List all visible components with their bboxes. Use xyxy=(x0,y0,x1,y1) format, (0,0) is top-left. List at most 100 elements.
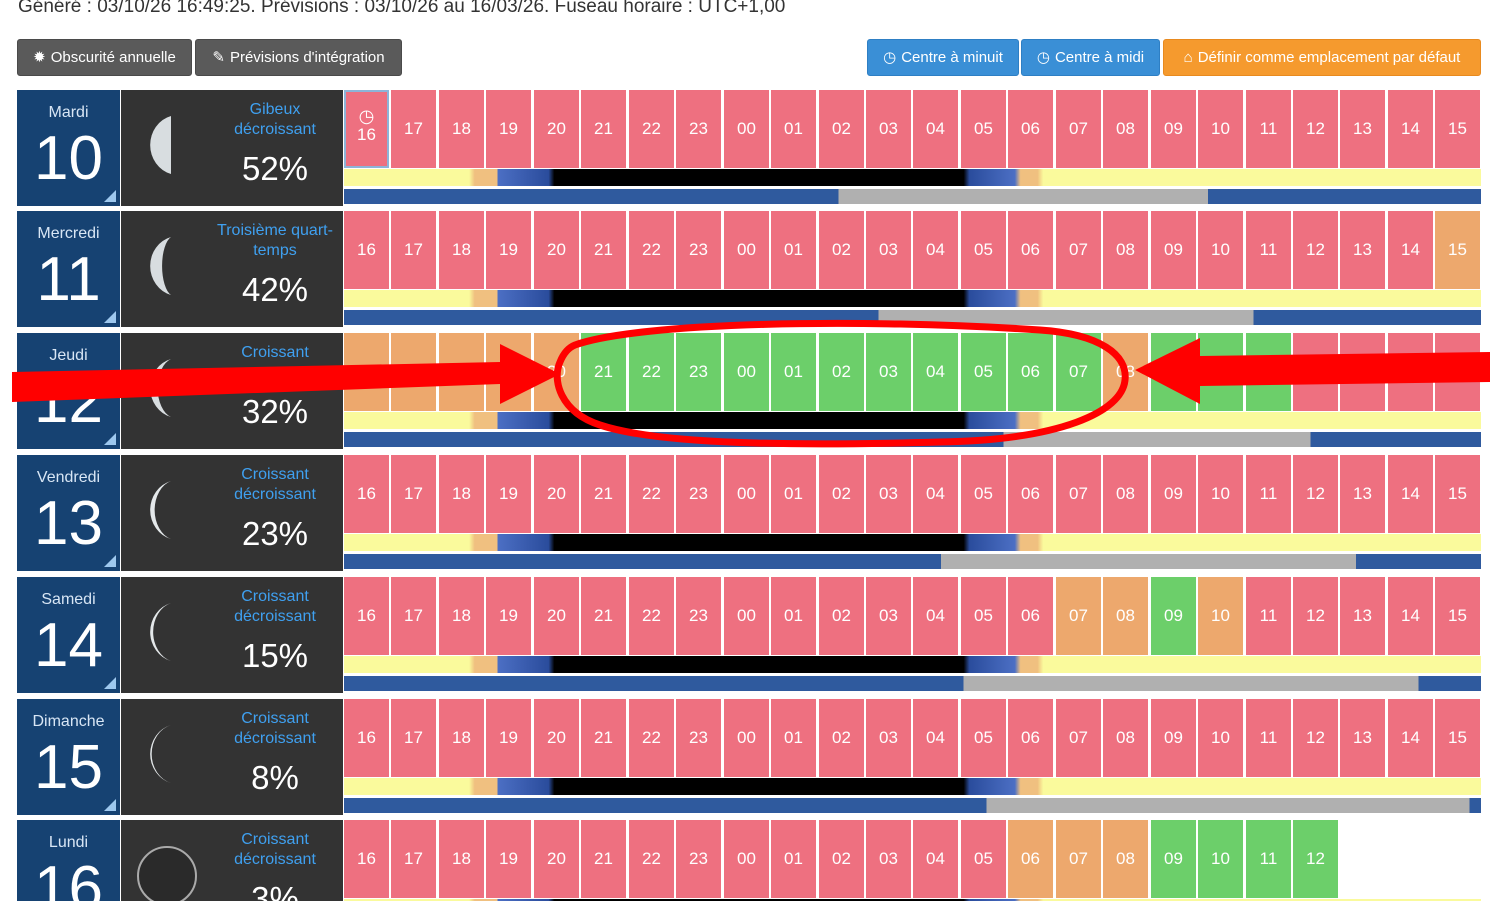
hour-cell[interactable]: 21 xyxy=(581,455,626,533)
hour-cell[interactable]: 07 xyxy=(1056,699,1101,777)
hour-cell[interactable]: 21 xyxy=(581,820,626,898)
hour-cell[interactable]: 23 xyxy=(676,577,721,655)
hour-cell[interactable]: 10 xyxy=(1198,90,1243,168)
hour-cell[interactable]: 16 xyxy=(344,577,389,655)
hour-cell[interactable]: 07 xyxy=(1056,211,1101,289)
hour-cell[interactable]: 01 xyxy=(771,455,816,533)
day-date-box[interactable]: Lundi 16 xyxy=(17,820,120,901)
hour-cell[interactable]: 23 xyxy=(676,211,721,289)
hour-cell[interactable]: 04 xyxy=(913,577,958,655)
day-date-box[interactable]: Mardi 10 xyxy=(17,90,120,206)
hour-cell[interactable]: 07 xyxy=(1056,455,1101,533)
hour-cell[interactable]: 20 xyxy=(534,577,579,655)
hour-cell[interactable]: 03 xyxy=(866,577,911,655)
hour-cell[interactable]: 14 xyxy=(1388,333,1433,411)
hour-cell[interactable]: 09 xyxy=(1151,455,1196,533)
hour-cell[interactable]: 06 xyxy=(1008,333,1053,411)
hour-cell[interactable]: 05 xyxy=(961,820,1006,898)
hour-cell[interactable]: 01 xyxy=(771,699,816,777)
hour-cell[interactable]: 03 xyxy=(866,333,911,411)
hour-cell[interactable]: 05 xyxy=(961,333,1006,411)
hour-cell[interactable]: 07 xyxy=(1056,90,1101,168)
hour-cell[interactable]: 04 xyxy=(913,820,958,898)
hour-cell[interactable]: 16 xyxy=(344,333,389,411)
hour-cell[interactable]: 08 xyxy=(1103,90,1148,168)
hour-cell[interactable]: 23 xyxy=(676,333,721,411)
hour-cell[interactable]: 22 xyxy=(629,577,674,655)
hour-cell[interactable]: 00 xyxy=(724,820,769,898)
hour-cell[interactable]: 23 xyxy=(676,90,721,168)
hour-cell[interactable]: 09 xyxy=(1151,90,1196,168)
hour-cell[interactable]: 19 xyxy=(486,699,531,777)
hour-cell[interactable]: 12 xyxy=(1293,699,1338,777)
hour-cell[interactable]: 12 xyxy=(1293,211,1338,289)
hour-cell[interactable]: 00 xyxy=(724,699,769,777)
hour-cell[interactable]: 10 xyxy=(1198,333,1243,411)
hour-cell[interactable]: 17 xyxy=(391,699,436,777)
hour-cell[interactable]: 07 xyxy=(1056,333,1101,411)
hour-cell[interactable]: 04 xyxy=(913,455,958,533)
hour-cell[interactable]: 13 xyxy=(1340,90,1385,168)
hour-cell[interactable]: 14 xyxy=(1388,455,1433,533)
day-date-box[interactable]: Dimanche 15 xyxy=(17,699,120,815)
hour-cell[interactable]: 01 xyxy=(771,820,816,898)
hour-cell[interactable]: 00 xyxy=(724,455,769,533)
center-noon-button[interactable]: ◷ Centre à midi xyxy=(1021,39,1160,76)
hour-cell[interactable]: 19 xyxy=(486,333,531,411)
hour-cell[interactable]: 00 xyxy=(724,90,769,168)
hour-cell[interactable]: 20 xyxy=(534,90,579,168)
hour-cell[interactable]: 11 xyxy=(1246,699,1291,777)
hour-cell[interactable]: 15 xyxy=(1435,577,1480,655)
hour-cell[interactable]: 17 xyxy=(391,333,436,411)
hour-cell[interactable]: 17 xyxy=(391,820,436,898)
integration-forecast-button[interactable]: ✎ Prévisions d'intégration xyxy=(195,39,402,76)
hour-cell[interactable]: 11 xyxy=(1246,211,1291,289)
hour-cell[interactable]: 03 xyxy=(866,455,911,533)
hour-cell[interactable]: 07 xyxy=(1056,820,1101,898)
hour-cell[interactable]: 15 xyxy=(1435,211,1480,289)
hour-cell[interactable]: 21 xyxy=(581,211,626,289)
hour-cell[interactable]: 18 xyxy=(439,211,484,289)
hour-cell[interactable]: 20 xyxy=(534,820,579,898)
hour-cell[interactable]: 10 xyxy=(1198,577,1243,655)
hour-cell[interactable]: 09 xyxy=(1151,211,1196,289)
hour-cell[interactable]: 22 xyxy=(629,699,674,777)
hour-cell[interactable]: 13 xyxy=(1340,455,1385,533)
hour-cell[interactable]: 17 xyxy=(391,577,436,655)
hour-cell[interactable]: 19 xyxy=(486,820,531,898)
hour-cell[interactable]: 01 xyxy=(771,577,816,655)
hour-cell[interactable]: 15 xyxy=(1435,455,1480,533)
hour-cell[interactable]: 18 xyxy=(439,90,484,168)
hour-cell[interactable]: 11 xyxy=(1246,90,1291,168)
hour-cell[interactable]: 10 xyxy=(1198,455,1243,533)
hour-cell[interactable]: 06 xyxy=(1008,577,1053,655)
hour-cell[interactable]: 14 xyxy=(1388,577,1433,655)
hour-cell[interactable]: 02 xyxy=(819,90,864,168)
hour-cell[interactable]: 04 xyxy=(913,333,958,411)
hour-cell[interactable]: 13 xyxy=(1340,211,1385,289)
hour-cell[interactable]: 02 xyxy=(819,455,864,533)
hour-cell[interactable]: 05 xyxy=(961,455,1006,533)
hour-cell[interactable]: 02 xyxy=(819,211,864,289)
hour-cell[interactable]: 18 xyxy=(439,455,484,533)
hour-cell[interactable]: 07 xyxy=(1056,577,1101,655)
day-date-box[interactable]: Vendredi 13 xyxy=(17,455,120,571)
hour-cell[interactable]: 06 xyxy=(1008,820,1053,898)
hour-cell[interactable]: 23 xyxy=(676,820,721,898)
hour-cell[interactable]: 03 xyxy=(866,211,911,289)
hour-cell[interactable]: 21 xyxy=(581,333,626,411)
hour-cell[interactable]: 12 xyxy=(1293,90,1338,168)
hour-cell[interactable]: 14 xyxy=(1388,90,1433,168)
hour-cell[interactable]: 18 xyxy=(439,699,484,777)
hour-cell[interactable]: 11 xyxy=(1246,333,1291,411)
hour-cell[interactable]: 21 xyxy=(581,90,626,168)
hour-cell[interactable]: 15 xyxy=(1435,699,1480,777)
hour-cell[interactable]: 17 xyxy=(391,90,436,168)
hour-cell[interactable]: 20 xyxy=(534,699,579,777)
hour-cell[interactable]: 05 xyxy=(961,90,1006,168)
hour-cell[interactable]: 19 xyxy=(486,577,531,655)
hour-cell[interactable]: 02 xyxy=(819,333,864,411)
hour-cell[interactable]: 05 xyxy=(961,699,1006,777)
hour-cell[interactable]: 11 xyxy=(1246,455,1291,533)
hour-cell[interactable]: 16 xyxy=(344,455,389,533)
